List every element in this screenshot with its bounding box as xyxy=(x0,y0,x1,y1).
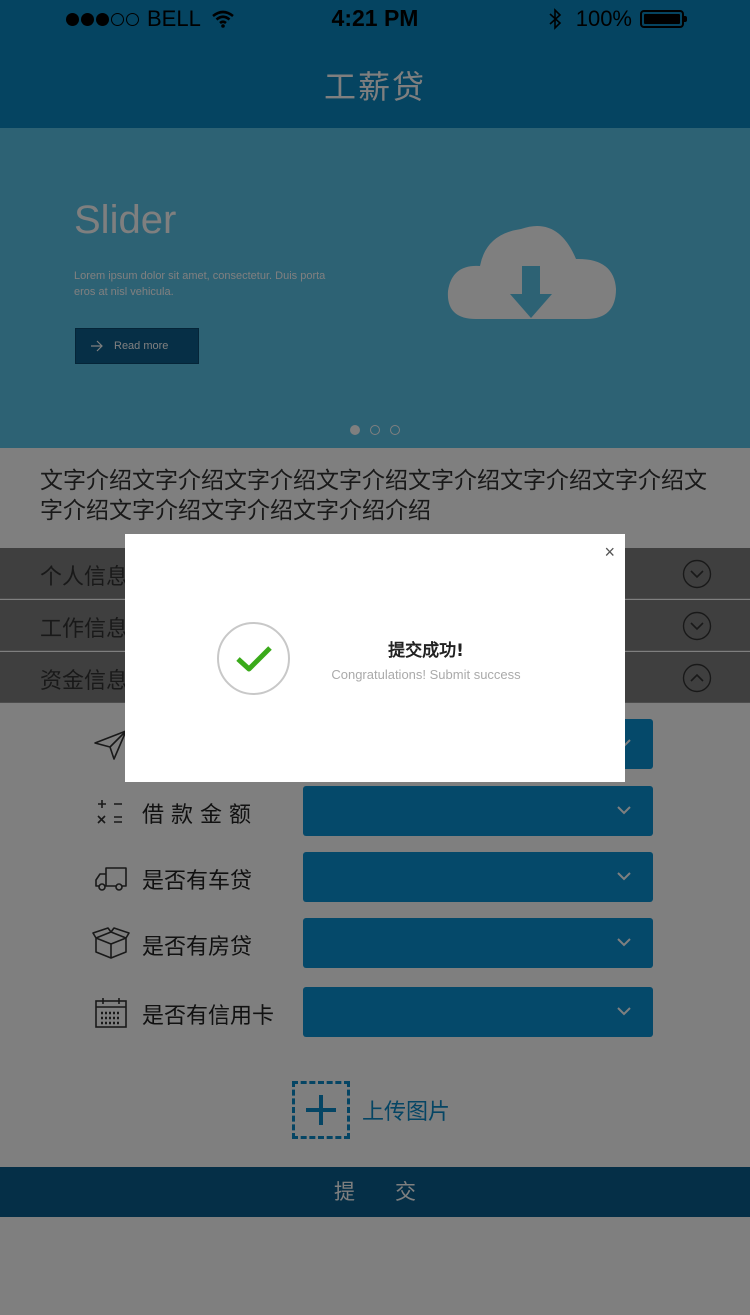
dialog-subtitle: Congratulations! Submit success xyxy=(331,667,521,682)
dialog-title: 提交成功! xyxy=(388,641,464,661)
success-dialog: × 提交成功! Congratulations! Submit success xyxy=(125,534,625,782)
close-icon[interactable]: × xyxy=(604,542,615,563)
success-check-icon xyxy=(217,622,290,695)
